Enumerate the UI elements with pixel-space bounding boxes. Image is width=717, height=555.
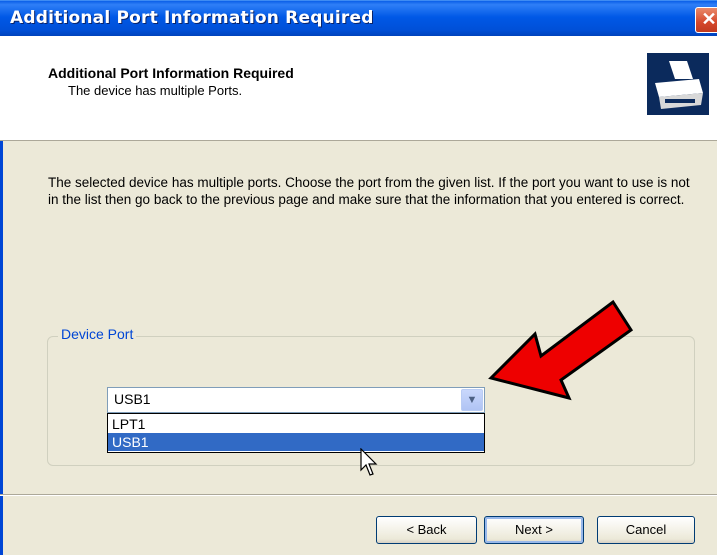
- window-title: Additional Port Information Required: [10, 8, 374, 28]
- next-button[interactable]: Next >: [484, 516, 584, 544]
- printer-icon: [647, 53, 709, 115]
- title-bar[interactable]: Additional Port Information Required ✕: [0, 0, 717, 37]
- annotation-arrow-icon: [488, 299, 634, 401]
- chevron-down-icon[interactable]: ▼: [461, 389, 483, 411]
- device-port-selected-value: USB1: [114, 391, 151, 407]
- close-icon: ✕: [701, 9, 717, 29]
- back-button[interactable]: < Back: [376, 516, 477, 544]
- close-button[interactable]: ✕: [695, 7, 717, 33]
- device-port-select[interactable]: USB1 ▼: [107, 387, 485, 413]
- dropdown-option-lpt1[interactable]: LPT1: [108, 415, 484, 433]
- description-text: The selected device has multiple ports. …: [48, 175, 690, 207]
- cancel-button[interactable]: Cancel: [597, 516, 695, 544]
- footer-separator: [0, 494, 717, 496]
- device-port-dropdown-list: LPT1 USB1: [107, 413, 485, 453]
- wizard-header: Additional Port Information Required The…: [0, 36, 717, 141]
- mouse-pointer-icon: [360, 448, 378, 476]
- header-title: Additional Port Information Required: [48, 65, 294, 81]
- wizard-window: Additional Port Information Required ✕ A…: [0, 0, 717, 555]
- dropdown-option-usb1[interactable]: USB1: [108, 433, 484, 451]
- header-subtitle: The device has multiple Ports.: [68, 83, 243, 98]
- device-port-label: Device Port: [58, 326, 137, 342]
